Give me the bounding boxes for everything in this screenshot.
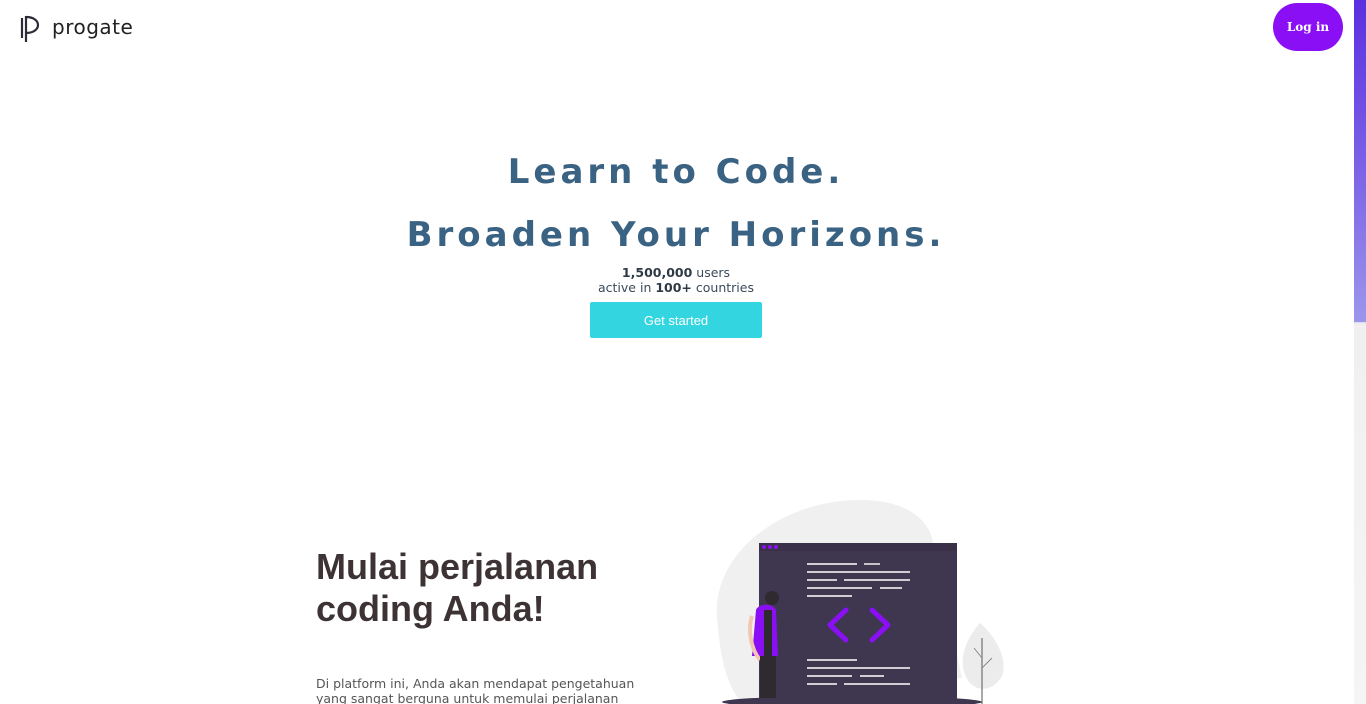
- countries-suffix: countries: [691, 280, 754, 295]
- hero-title-line2: Broaden Your Horizons.: [406, 215, 946, 255]
- countries-count: 100+: [655, 280, 692, 295]
- coding-illustration: [716, 500, 1004, 704]
- section-title: Mulai perjalanan coding Anda!: [316, 546, 599, 629]
- progate-logo-icon: [20, 15, 40, 42]
- users-suffix: users: [692, 265, 731, 280]
- get-started-button[interactable]: Get started: [590, 302, 762, 338]
- user-stats: 1,500,000 users active in 100+ countries: [0, 265, 1352, 295]
- logo-text: progate: [52, 15, 134, 39]
- countries-line: active in 100+ countries: [0, 280, 1352, 295]
- users-line: 1,500,000 users: [0, 265, 1352, 280]
- active-prefix: active in: [598, 280, 656, 295]
- users-count: 1,500,000: [621, 265, 693, 280]
- hero-title-line1: Learn to Code.: [507, 152, 845, 192]
- page: progate Log in Learn to Code. Broaden Yo…: [0, 0, 1366, 704]
- section-description: Di platform ini, Anda akan mendapat peng…: [316, 675, 635, 704]
- login-button[interactable]: Log in: [1273, 3, 1343, 51]
- progate-logo[interactable]: progate: [20, 14, 133, 44]
- scrollbar-thumb[interactable]: [1354, 0, 1366, 322]
